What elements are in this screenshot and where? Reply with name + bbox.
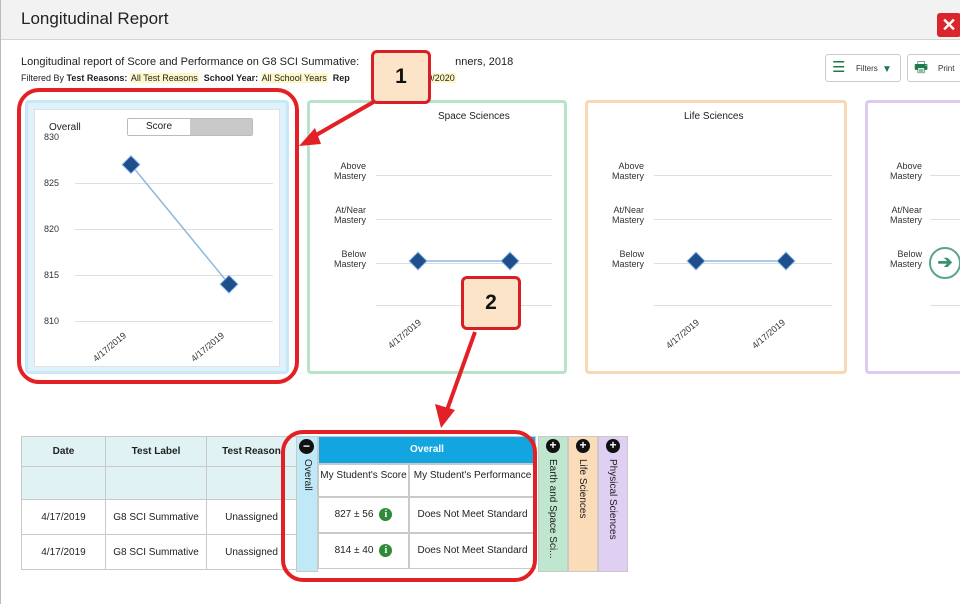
filters-label: Filters xyxy=(856,64,878,73)
date-cell: 4/17/2019 xyxy=(21,499,106,535)
level-label: At/Near Mastery xyxy=(889,205,922,225)
report-subtitle: Longitudinal report of Score and Perform… xyxy=(21,56,513,68)
table-cell xyxy=(105,466,207,500)
highlight-ring xyxy=(281,430,537,582)
subtitle-text: Longitudinal report of Score and Perform… xyxy=(21,56,360,68)
subtitle-tail: nners, 2018 xyxy=(455,56,514,68)
filter-school-year-value: All School Years xyxy=(260,73,328,83)
print-label: Print xyxy=(938,64,955,73)
life-sciences-chart-card[interactable]: Life Sciences Above Mastery At/Near Mast… xyxy=(585,100,847,374)
filter-test-reasons-label: Test Reasons: xyxy=(66,73,128,83)
callout-1: 1 xyxy=(371,50,431,104)
data-point-marker xyxy=(776,251,796,271)
title-bar: Longitudinal Report ✕ xyxy=(1,0,960,40)
earth-space-chart-card[interactable]: Space Sciences Above Mastery At/Near Mas… xyxy=(307,100,567,374)
grid-line xyxy=(930,305,960,306)
life-sciences-line-chart xyxy=(686,251,796,271)
expand-plus-icon[interactable]: + xyxy=(546,439,560,453)
callout-2: 2 xyxy=(461,276,521,330)
column-header-date[interactable]: Date xyxy=(21,436,106,467)
filter-school-year-label: School Year: xyxy=(203,73,259,83)
table-row: 4/17/2019 G8 SCI Summative Unassigned xyxy=(21,499,297,535)
expand-plus-icon[interactable]: + xyxy=(576,439,590,453)
physical-sciences-column-label: Physical Sciences xyxy=(607,459,618,540)
table-row: 4/17/2019 G8 SCI Summative Unassigned xyxy=(21,534,297,570)
filters-button[interactable]: ☰ Filters ▼ xyxy=(825,54,901,82)
sliders-icon: ☰ xyxy=(832,59,846,76)
expand-plus-icon[interactable]: + xyxy=(606,439,620,453)
close-icon[interactable]: ✕ xyxy=(937,13,960,37)
table-cell xyxy=(21,466,106,500)
filter-test-reasons-value: All Test Reasons xyxy=(129,73,199,83)
level-label: Below Mastery xyxy=(889,249,922,269)
earth-space-column-label: Earth and Space Sci... xyxy=(547,459,558,559)
window-title: Longitudinal Report xyxy=(21,9,169,28)
data-point-marker xyxy=(500,251,520,271)
grid-line xyxy=(930,219,960,220)
date-cell: 4/17/2019 xyxy=(21,534,106,570)
caret-down-icon: ▼ xyxy=(882,64,892,75)
life-sciences-expand-column[interactable]: + Life Sciences xyxy=(568,436,598,572)
test-label-cell: G8 SCI Summative xyxy=(105,534,207,570)
printer-icon: 🖶 xyxy=(914,59,929,76)
physical-sciences-expand-column[interactable]: + Physical Sciences xyxy=(598,436,628,572)
data-point-marker xyxy=(686,251,706,271)
data-point-marker xyxy=(408,251,428,271)
results-table: Date Test Label Test Reason 4/17/2019 G8… xyxy=(21,436,297,570)
life-sciences-column-label: Life Sciences xyxy=(577,459,588,519)
level-label: Above Mastery xyxy=(889,161,922,181)
report-window: Longitudinal Report ✕ Longitudinal repor… xyxy=(0,0,960,604)
test-label-cell: G8 SCI Summative xyxy=(105,499,207,535)
arrow-head xyxy=(435,404,455,428)
physical-sciences-chart-card[interactable]: Above Mastery At/Near Mastery Below Mast… xyxy=(865,100,960,374)
filter-prefix: Filtered By xyxy=(21,73,65,83)
earth-space-expand-column[interactable]: + Earth and Space Sci... xyxy=(538,436,568,572)
highlight-ring xyxy=(17,88,299,384)
column-header-test-label[interactable]: Test Label xyxy=(105,436,207,467)
filter-report-label: Rep xyxy=(332,73,350,83)
earth-space-line-chart xyxy=(408,251,520,271)
arrow-right-icon[interactable]: ➔ xyxy=(929,247,960,279)
grid-line xyxy=(930,175,960,176)
print-button[interactable]: 🖶 Print xyxy=(907,54,960,82)
